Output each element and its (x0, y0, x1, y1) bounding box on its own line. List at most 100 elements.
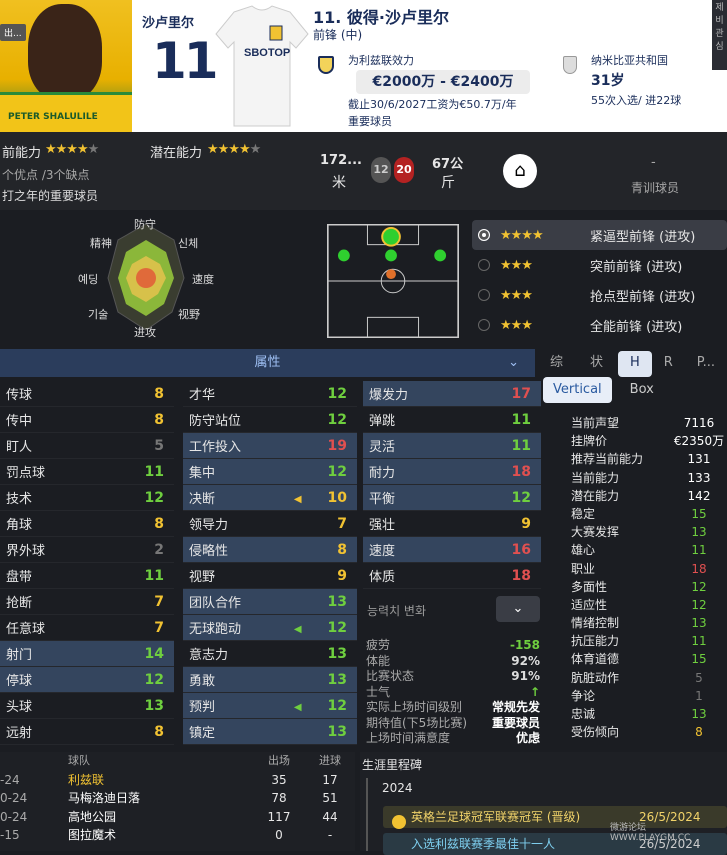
attribute-name: 领导力 (189, 518, 229, 533)
position-pitch-map[interactable] (327, 224, 459, 338)
role-item[interactable]: ★★★ 抢点型前锋 (进攻) (472, 280, 727, 310)
info-row: 雄心 11 (571, 543, 707, 558)
career-title[interactable]: 生涯里程碑 (362, 756, 422, 773)
attribute-name: 技术 (6, 492, 33, 507)
info-row: 忠诚 13 (571, 707, 707, 721)
attribute-row[interactable]: 无球跑动 ◀ 12 (183, 615, 357, 641)
attributes-dropdown[interactable]: 属性 ⌄ (0, 349, 535, 377)
attribute-value: 19 (327, 437, 347, 454)
attribute-name: 角球 (6, 518, 33, 533)
attribute-row[interactable]: 才华 12 (183, 381, 357, 407)
player-age: 31岁 (591, 73, 625, 89)
role-item[interactable]: ★★★★ 紧逼型前锋 (进攻) (472, 220, 727, 250)
attribute-row[interactable]: 团队合作 13 (183, 589, 357, 615)
attribute-value: 11 (144, 567, 164, 584)
left-foot-badge: 12 (371, 157, 391, 183)
history-row[interactable]: 0-24 马梅洛迪日落 78 51 (0, 789, 355, 808)
attribute-row[interactable]: 决断 ◀ 10 (183, 485, 357, 511)
attribute-value: 16 (511, 541, 531, 558)
attribute-row[interactable]: 任意球 7 (0, 615, 174, 641)
player-header: PETER SHALULILE 出... 沙卢里尔 11 SBOTOP 11. … (0, 0, 727, 132)
attribute-row[interactable]: 远射 8 (0, 719, 174, 745)
attribute-row[interactable]: 界外球 2 (0, 537, 174, 563)
attribute-row[interactable]: 头球 13 (0, 693, 174, 719)
nation-flag-icon[interactable] (563, 56, 577, 74)
attribute-row[interactable]: 技术 12 (0, 485, 174, 511)
attribute-value: 10 (327, 489, 347, 506)
side-buttons[interactable]: 제비관심 (712, 0, 727, 70)
svg-text:防守: 防守 (134, 217, 156, 231)
back-button[interactable]: 出... (0, 24, 26, 41)
chevron-down-icon: ⌄ (508, 355, 519, 370)
club-badge-icon[interactable] (318, 56, 334, 74)
traits-summary[interactable]: 个优点 /3个缺点 (2, 166, 90, 183)
attribute-row[interactable]: 集中 12 (183, 459, 357, 485)
history-row[interactable]: -15 图拉魔术 0- (0, 826, 355, 845)
role-list: ★★★★ 紧逼型前锋 (进攻) ★★★ 突前前锋 (进攻) ★★★ 抢点型前锋 (进攻… (472, 220, 727, 340)
attribute-row[interactable]: 防守站位 12 (183, 407, 357, 433)
attribute-row[interactable]: 传球 8 (0, 381, 174, 407)
contract-info: 截止30/6/2027工资为€50.7万/年 (348, 98, 517, 111)
attribute-row[interactable]: 耐力 18 (363, 459, 541, 485)
career-history-table: 球队 出场 进球 -24 利兹联 35 17 0-24 马梅洛迪日落 78 51 0-24 高地公园 1… (0, 752, 355, 851)
attribute-row[interactable]: 传中 8 (0, 407, 174, 433)
tab-p[interactable]: P... (685, 349, 727, 377)
svg-text:신체: 신체 (178, 237, 198, 250)
attribute-name: 预判 (189, 700, 216, 715)
role-item[interactable]: ★★★ 突前前锋 (进攻) (472, 250, 727, 280)
tab-r[interactable]: R (652, 349, 685, 377)
history-row[interactable]: 0-24 高地公园 117 44 (0, 808, 355, 827)
attribute-value: 8 (154, 411, 164, 428)
attribute-row[interactable]: 速度 16 (363, 537, 541, 563)
club-line[interactable]: 为利兹联效力 (348, 52, 414, 68)
attribute-value: 2 (154, 541, 164, 558)
attribute-row[interactable]: 平衡 12 (363, 485, 541, 511)
history-row[interactable]: -24 利兹联 35 17 (0, 771, 355, 790)
attribute-value: 5 (154, 437, 164, 454)
attribute-value: 12 (144, 671, 164, 688)
mental-attributes: 才华 12 防守站位 12 工作投入 19 集中 12 决断 ◀ 10 领导力 7 侵略性 8 视野 9 团队合作… (183, 381, 357, 745)
attribute-row[interactable]: 侵略性 8 (183, 537, 357, 563)
attribute-row[interactable]: 预判 ◀ 12 (183, 693, 357, 719)
tab-vertical[interactable]: Vertical (543, 377, 612, 403)
attribute-value: 12 (144, 489, 164, 506)
info-row: 推荐当前能力 131 (571, 452, 711, 467)
attribute-row[interactable]: 盘带 11 (0, 563, 174, 589)
attribute-row[interactable]: 爆发力 17 (363, 381, 541, 407)
info-row: 潜在能力 142 (571, 488, 711, 503)
nationality[interactable]: 纳米比亚共和国 (591, 52, 668, 68)
attribute-name: 耐力 (369, 466, 396, 481)
attribute-row[interactable]: 勇敢 13 (183, 667, 357, 693)
attribute-row[interactable]: 角球 8 (0, 511, 174, 537)
attribute-name: 传球 (6, 388, 33, 403)
ca-stars: ★★★★★ (45, 142, 99, 157)
attribute-row[interactable]: 抢断 7 (0, 589, 174, 615)
attribute-row[interactable]: 停球 12 (0, 667, 174, 693)
tab-status[interactable]: 状态 (578, 349, 618, 398)
tab-box[interactable]: Box (620, 377, 664, 403)
attribute-row[interactable]: 罚点球 11 (0, 459, 174, 485)
attribute-row[interactable]: 强壮 9 (363, 511, 541, 537)
svg-text:기술: 기술 (88, 308, 108, 321)
attribute-row[interactable]: 体质 18 (363, 563, 541, 589)
attribute-row[interactable]: 工作投入 19 (183, 433, 357, 459)
attribute-row[interactable]: 镇定 13 (183, 719, 357, 745)
attribute-row[interactable]: 领导力 7 (183, 511, 357, 537)
attribute-row[interactable]: 射门 14 (0, 641, 174, 667)
attribute-row[interactable]: 视野 9 (183, 563, 357, 589)
role-item[interactable]: ★★★ 全能前锋 (进攻) (472, 310, 727, 340)
attribute-row[interactable]: 盯人 5 (0, 433, 174, 459)
tab-overview[interactable]: 综合 (538, 349, 578, 398)
attribute-value: 7 (337, 515, 347, 532)
player-position: 前锋 (中) (313, 28, 363, 42)
condition-row: 期待值(下5场比赛) 重要球员 (366, 715, 540, 730)
attribute-row[interactable]: 灵活 11 (363, 433, 541, 459)
jersey-number: 11 (152, 32, 219, 90)
tab-h[interactable]: H (617, 351, 652, 377)
chevron-down-icon[interactable]: ⌄ (496, 596, 540, 622)
attribute-row[interactable]: 弹跳 11 (363, 407, 541, 433)
right-foot-badge: 20 (394, 157, 414, 183)
attribute-name: 意志力 (189, 648, 229, 663)
attribute-row[interactable]: 意志力 13 (183, 641, 357, 667)
attribute-value: 11 (144, 463, 164, 480)
